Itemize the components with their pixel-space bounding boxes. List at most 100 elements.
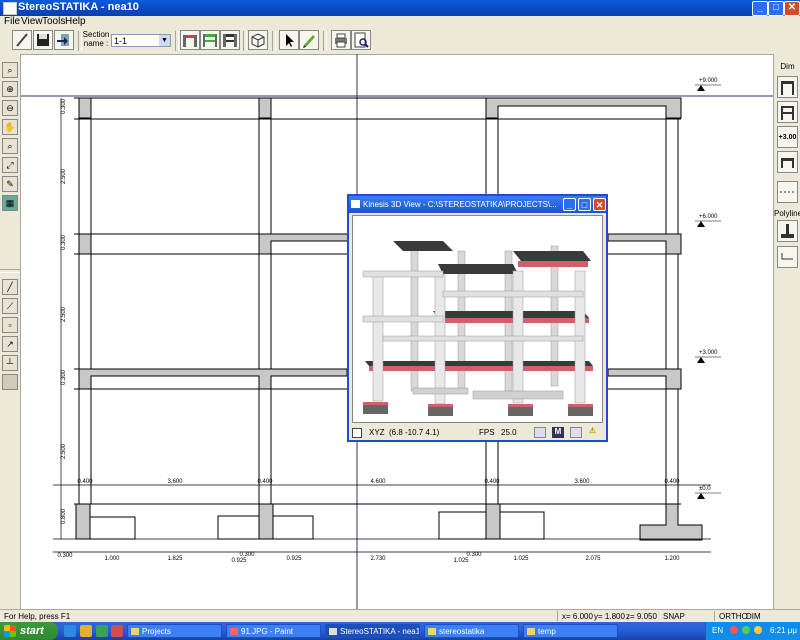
toolbar: Section name : 1-1 ▼ <box>0 28 800 55</box>
menu-view[interactable]: View <box>21 16 43 27</box>
zoom-out-button[interactable]: ⊖ <box>2 100 18 116</box>
minimize-button[interactable]: _ <box>752 1 768 16</box>
save-icon <box>37 34 49 46</box>
task-projects[interactable]: Projects <box>127 624 222 638</box>
line-button[interactable]: ╱ <box>2 279 18 295</box>
polyline-tool-button[interactable] <box>777 246 798 268</box>
quicklaunch-folder-icon[interactable] <box>80 625 92 637</box>
export-button[interactable] <box>54 30 74 50</box>
maximize-button[interactable]: □ <box>768 1 784 16</box>
grid-icon: ▦ <box>5 198 15 208</box>
settings-icon[interactable] <box>570 427 582 438</box>
toolbar-separator <box>272 31 276 51</box>
vdim-7: 0.800 <box>61 508 67 524</box>
print-icon <box>335 33 347 48</box>
task-stereostatika[interactable]: StereoSTATIKA - nea10 <box>325 624 420 638</box>
vertical-dimensions: 0.300 2.500 0.300 2.500 0.300 2.500 0.80… <box>61 98 67 524</box>
chevron-down-icon[interactable]: ▼ <box>159 35 170 46</box>
kinesis-close-button[interactable]: ✕ <box>593 198 606 211</box>
folder-icon <box>527 628 535 635</box>
kinesis-title-bar[interactable]: Kinesis 3D View - C:\STEREOSTATIKA\PROJE… <box>349 196 606 213</box>
dimension-button[interactable]: ↗ <box>2 336 18 352</box>
zoom-window-button[interactable]: ⌕ <box>2 138 18 154</box>
kinesis-title: Kinesis 3D View - C:\STEREOSTATIKA\PROJE… <box>363 200 557 209</box>
kinesis-maximize-button[interactable]: □ <box>578 198 591 211</box>
multi-frame-button[interactable] <box>777 101 798 123</box>
checkbox[interactable] <box>352 428 362 438</box>
quicklaunch-ie-icon[interactable] <box>64 625 76 637</box>
camera-icon[interactable] <box>534 427 546 438</box>
print-button[interactable] <box>331 30 351 50</box>
fill-button[interactable] <box>2 374 18 390</box>
section-name-value: 1-1 <box>114 36 128 46</box>
rectangle-button[interactable]: ▫ <box>2 317 18 333</box>
frame-view-button-2[interactable] <box>200 30 220 50</box>
dimension-line-button[interactable] <box>777 181 798 203</box>
kinesis-3d-window[interactable]: Kinesis 3D View - C:\STEREOSTATIKA\PROJE… <box>347 194 608 442</box>
axis-button[interactable]: ┴ <box>2 355 18 371</box>
m-button[interactable]: M <box>552 427 564 438</box>
app-icon <box>3 2 17 15</box>
multi-frame-icon <box>781 106 794 120</box>
task-paint[interactable]: 91.JPG - Paint <box>226 624 321 638</box>
quicklaunch-desktop-icon[interactable] <box>96 625 108 637</box>
3d-view-button[interactable] <box>248 30 268 50</box>
frame-view-button-3[interactable] <box>220 30 240 50</box>
export-icon <box>57 34 69 46</box>
menu-tools[interactable]: Tools <box>42 16 65 27</box>
zoom-in-button[interactable]: ⊕ <box>2 81 18 97</box>
task-label: stereostatika <box>439 627 485 636</box>
section-name-select[interactable]: 1-1 ▼ <box>111 34 171 47</box>
print-preview-button[interactable] <box>351 30 371 50</box>
frame-icon-2 <box>203 34 217 47</box>
beam-tool-button[interactable] <box>777 151 798 173</box>
dim-label: Dim <box>780 62 795 71</box>
menu-help[interactable]: Help <box>65 16 86 27</box>
tray-icon-2[interactable] <box>742 626 750 634</box>
clock: 6:21 μμ <box>770 626 798 635</box>
close-button[interactable]: ✕ <box>784 1 800 16</box>
task-stereostatika-folder[interactable]: stereostatika <box>424 624 519 638</box>
select-button[interactable] <box>279 30 299 50</box>
status-ortho: ORTHO <box>719 612 748 621</box>
new-drawing-button[interactable] <box>12 30 32 50</box>
level-3: +3.000 <box>699 350 718 356</box>
grid-button[interactable]: ▦ <box>2 195 18 211</box>
zoom-button[interactable]: ⌕ <box>2 62 18 78</box>
col-width-3: 0.400 <box>484 479 500 485</box>
frame-tool-button[interactable] <box>777 76 798 98</box>
tray-icon-1[interactable] <box>730 626 738 634</box>
folder-icon <box>428 628 436 635</box>
level-button[interactable]: +3.00 <box>777 126 798 148</box>
kinesis-minimize-button[interactable]: _ <box>563 198 576 211</box>
bdim-1: 0.300 <box>57 553 73 559</box>
quicklaunch-app-icon[interactable] <box>111 625 123 637</box>
warning-icon[interactable]: ⚠ <box>589 426 596 435</box>
menu-file[interactable]: File <box>4 16 20 27</box>
pan-icon: ✋ <box>4 122 16 132</box>
draw-button[interactable] <box>299 30 319 50</box>
save-button[interactable] <box>33 30 53 50</box>
horizontal-dimensions: 0.400 0.400 0.400 0.400 3.600 4.600 3.60… <box>77 479 680 485</box>
language-indicator[interactable]: EN <box>712 626 723 635</box>
polyline-icon: ⟋ <box>6 301 14 311</box>
tray-icon-3[interactable] <box>754 626 762 634</box>
task-temp[interactable]: temp <box>523 624 618 638</box>
start-label: start <box>20 625 44 637</box>
polyline-button[interactable]: ⟋ <box>2 298 18 314</box>
edit-button[interactable]: ✎ <box>2 176 18 192</box>
windows-logo-icon <box>4 625 16 637</box>
status-z: z= 9.050 <box>626 612 657 621</box>
3d-viewport[interactable] <box>352 215 603 423</box>
footing-icon <box>781 224 794 238</box>
start-button[interactable]: start <box>0 622 58 640</box>
footing-button[interactable] <box>777 220 798 242</box>
task-label: temp <box>538 627 556 636</box>
dimension-icon: ↗ <box>6 339 14 349</box>
zoom-extents-button[interactable]: ⤢ <box>2 157 18 173</box>
bottom-dimensions: 0.300 1.000 1.825 0.300 0.925 0.925 2.73… <box>57 552 680 564</box>
frame-view-button-1[interactable] <box>180 30 200 50</box>
level-9: +9.000 <box>699 78 718 84</box>
footings <box>363 387 593 416</box>
pan-button[interactable]: ✋ <box>2 119 18 135</box>
